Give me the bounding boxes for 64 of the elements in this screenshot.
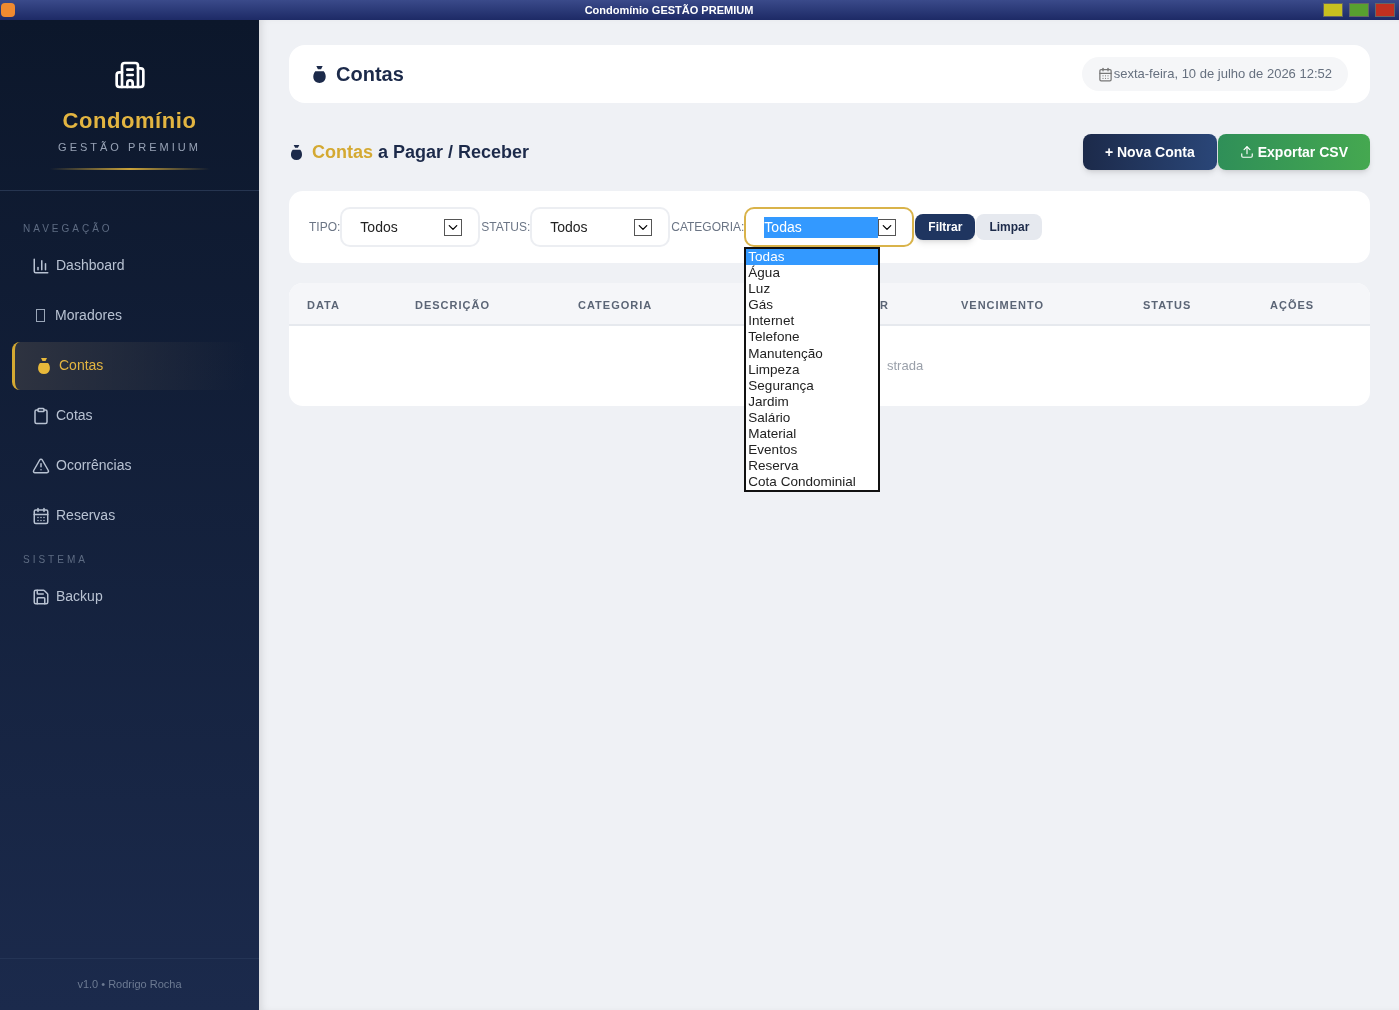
dropdown-option[interactable]: Luz: [746, 281, 879, 298]
nav-item[interactable]: Ocorrências: [12, 441, 247, 490]
close-button[interactable]: [1375, 3, 1395, 17]
brand-subtitle: GESTÃO PREMIUM: [58, 140, 201, 155]
dropdown-option[interactable]: Material: [746, 426, 879, 443]
select-value: Todas: [764, 216, 879, 238]
select-field[interactable]: Todos: [530, 207, 671, 247]
dropdown-option[interactable]: Segurança: [746, 377, 879, 394]
nav-item[interactable]: Cotas: [12, 391, 247, 440]
bar-chart-icon: [32, 256, 50, 275]
column-header: VENCIMENTO: [961, 298, 1045, 311]
dropdown-option[interactable]: Água: [746, 265, 879, 282]
filter-label: STATUS:: [481, 219, 531, 236]
export-button[interactable]: Exportar CSV: [1217, 134, 1370, 170]
app-icon: [1, 3, 15, 17]
column-header: AÇÕES: [1270, 298, 1315, 311]
empty-message: strada: [887, 357, 924, 376]
column-header: DESCRIÇÃO: [415, 298, 490, 311]
dropdown-option[interactable]: Reserva: [746, 458, 879, 475]
column-header: R: [880, 298, 889, 311]
nav-section-title: SISTEMA: [22, 552, 89, 567]
save-icon: [32, 587, 50, 606]
dropdown-option[interactable]: Salário: [746, 409, 879, 427]
date-badge: sexta-feira, 10 de julho de 2026 12:52: [1081, 57, 1348, 91]
version-footer: v1.0 • Rodrigo Rocha: [77, 976, 182, 993]
new-account-button[interactable]: + Nova Conta: [1082, 134, 1217, 170]
brand-name: Condomínio: [62, 107, 197, 135]
select-value: Todos: [360, 217, 399, 237]
select-value: Todos: [550, 217, 589, 237]
select-field[interactable]: Todos: [340, 207, 481, 247]
nav-section-title: NAVEGAÇÃO: [22, 221, 114, 236]
column-header: CATEGORIA: [578, 298, 653, 311]
dropdown-option[interactable]: Limpeza: [746, 361, 879, 378]
filter-label: CATEGORIA:: [671, 219, 745, 236]
column-header: STATUS: [1143, 298, 1192, 311]
dropdown-option[interactable]: Manutenção: [746, 345, 879, 362]
dropdown-option[interactable]: Eventos: [746, 442, 879, 459]
money-bag-icon: [289, 143, 304, 161]
minimize-button[interactable]: [1323, 3, 1343, 17]
dropdown-option[interactable]: Internet: [746, 313, 879, 330]
section-heading: Contas a Pagar / Receber: [312, 140, 530, 164]
money-bag-icon: [311, 64, 328, 84]
calendar-icon: [32, 506, 50, 525]
nav-item[interactable]: Moradores: [12, 291, 247, 340]
money-bag-icon: [35, 356, 53, 375]
page-title: Contas: [336, 62, 404, 87]
restore-button[interactable]: [1349, 3, 1369, 17]
dropdown-option[interactable]: Cota Condominial: [746, 474, 879, 491]
clear-button[interactable]: Limpar: [976, 214, 1043, 240]
placeholder-glyph-icon: [36, 309, 45, 322]
window-title: Condomínio GESTÃO PREMIUM: [583, 2, 755, 18]
nav-item[interactable]: Reservas: [12, 491, 247, 540]
warning-icon: [32, 456, 50, 475]
clipboard-icon: [32, 406, 50, 425]
nav-item[interactable]: Backup: [12, 572, 247, 621]
column-header: DATA: [307, 298, 340, 311]
upload-icon: [1239, 145, 1254, 159]
filter-label: TIPO:: [309, 219, 341, 236]
dropdown-option[interactable]: Jardim: [746, 393, 879, 410]
filter-button[interactable]: Filtrar: [915, 214, 976, 240]
dropdown-option[interactable]: Telefone: [746, 329, 879, 346]
nav-item[interactable]: Dashboard: [12, 241, 247, 290]
calendar-icon: [1097, 66, 1113, 82]
dropdown-option[interactable]: Gás: [746, 297, 879, 314]
